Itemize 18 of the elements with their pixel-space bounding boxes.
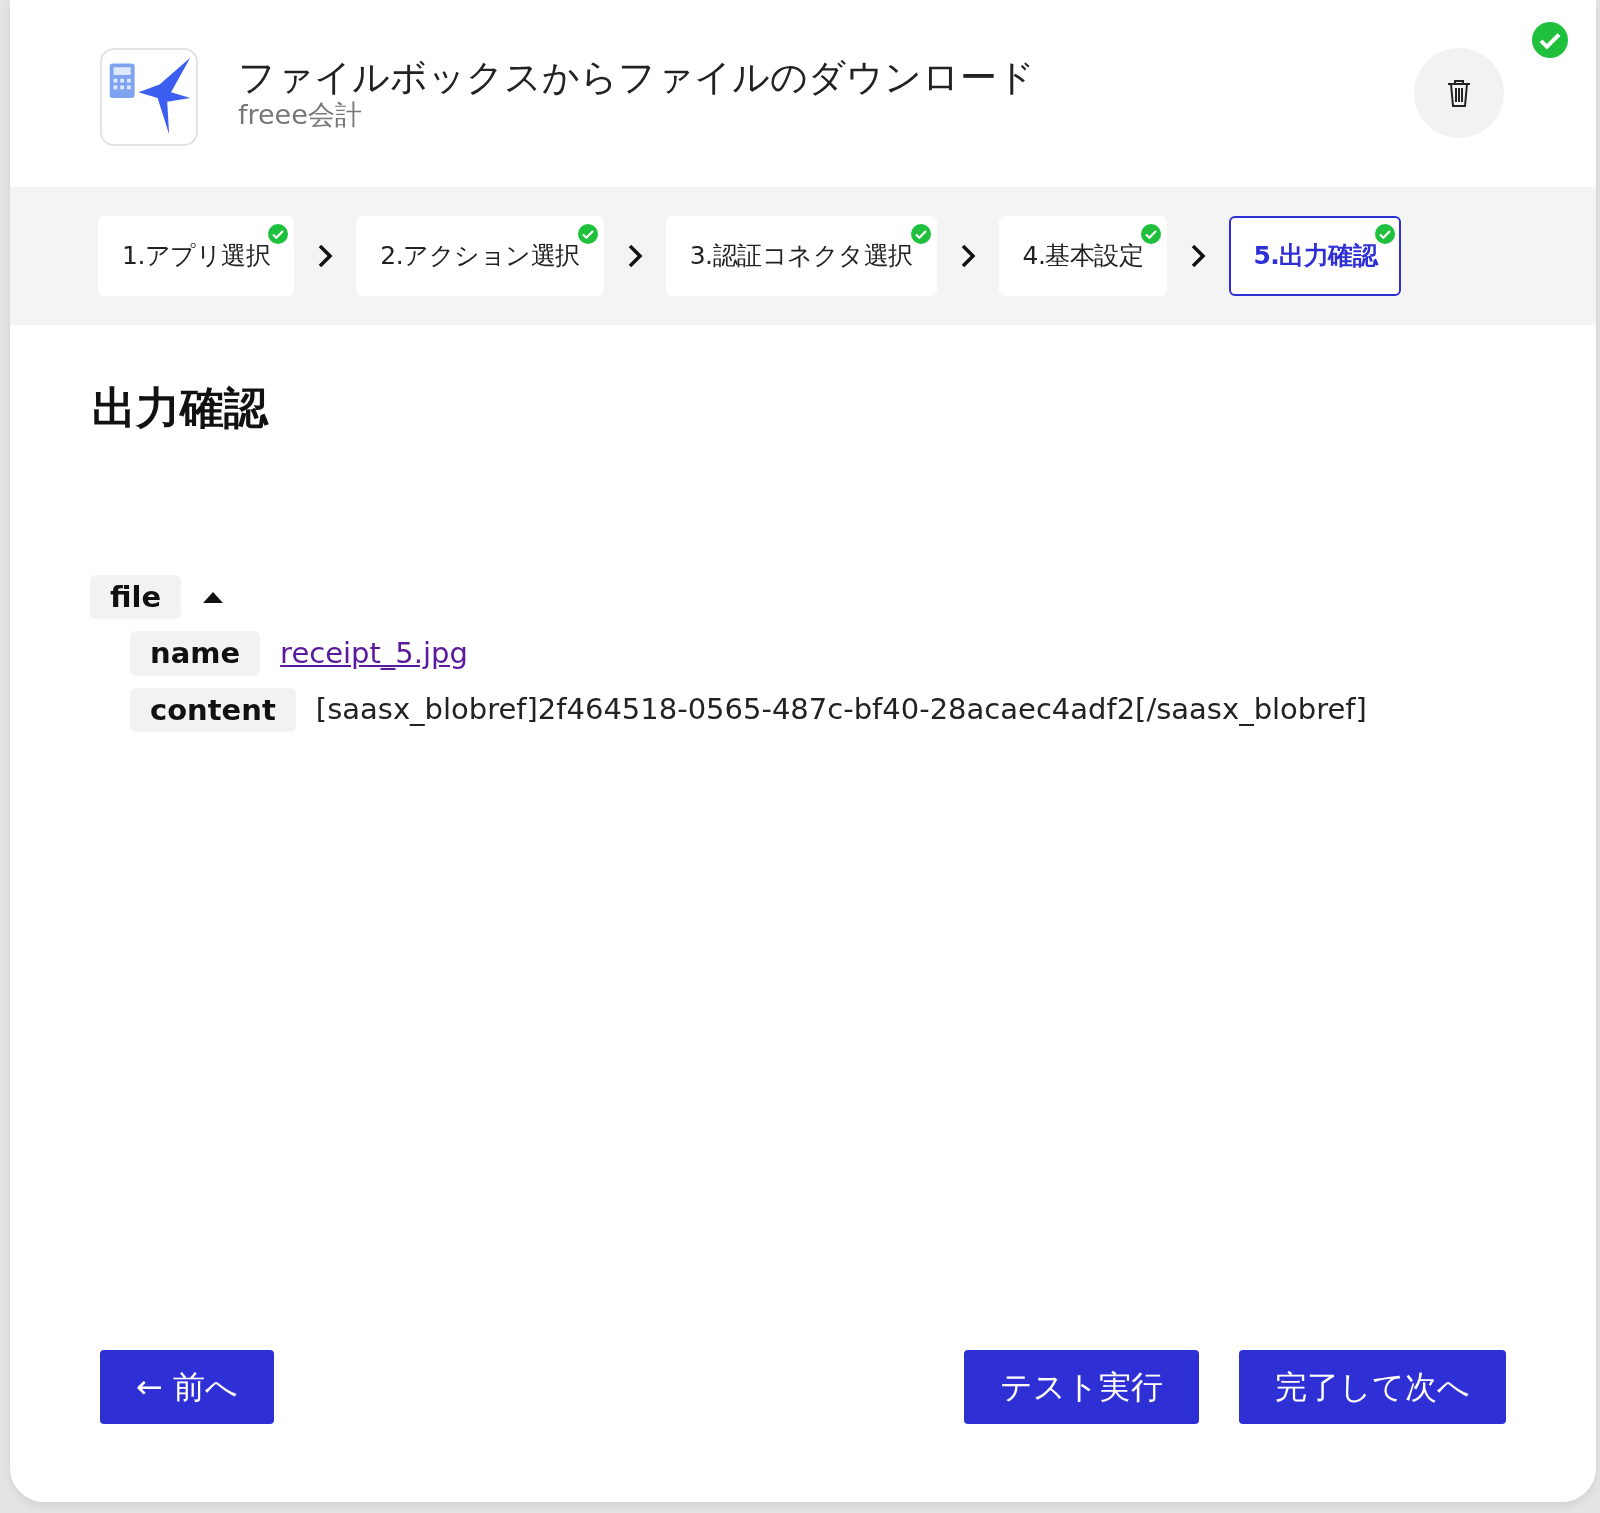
step-tab[interactable]: 5.出力確認 [1229, 216, 1402, 296]
trash-icon [1446, 78, 1472, 108]
app-name: freee会計 [238, 100, 363, 131]
section-title: 出力確認 [92, 381, 270, 435]
action-button[interactable]: ← 前へ [100, 1350, 274, 1424]
app-logo-icon [100, 48, 198, 146]
action-button[interactable]: テスト実行 [964, 1350, 1199, 1424]
field-key: content [130, 687, 296, 732]
page-title: ファイルボックスからファイルのダウンロード [238, 56, 1035, 101]
action-button[interactable]: 完了して次へ [1239, 1350, 1506, 1424]
field-value: [saasx_blobref]2f464518-0565-487c-bf40-28acaec4adf2[/saasx_blobref] [315, 690, 1367, 728]
step-tab[interactable]: 2.アクション選択 [356, 216, 604, 296]
step-tab[interactable]: 1.アプリ選択 [98, 216, 295, 296]
file-link[interactable]: receipt_5.jpg [280, 631, 468, 676]
step-tab[interactable]: 4.基本設定 [998, 216, 1168, 296]
field-key: file [90, 575, 182, 620]
step-tab[interactable]: 3.認証コネクタ選択 [665, 216, 937, 296]
field-key: name [130, 631, 261, 676]
